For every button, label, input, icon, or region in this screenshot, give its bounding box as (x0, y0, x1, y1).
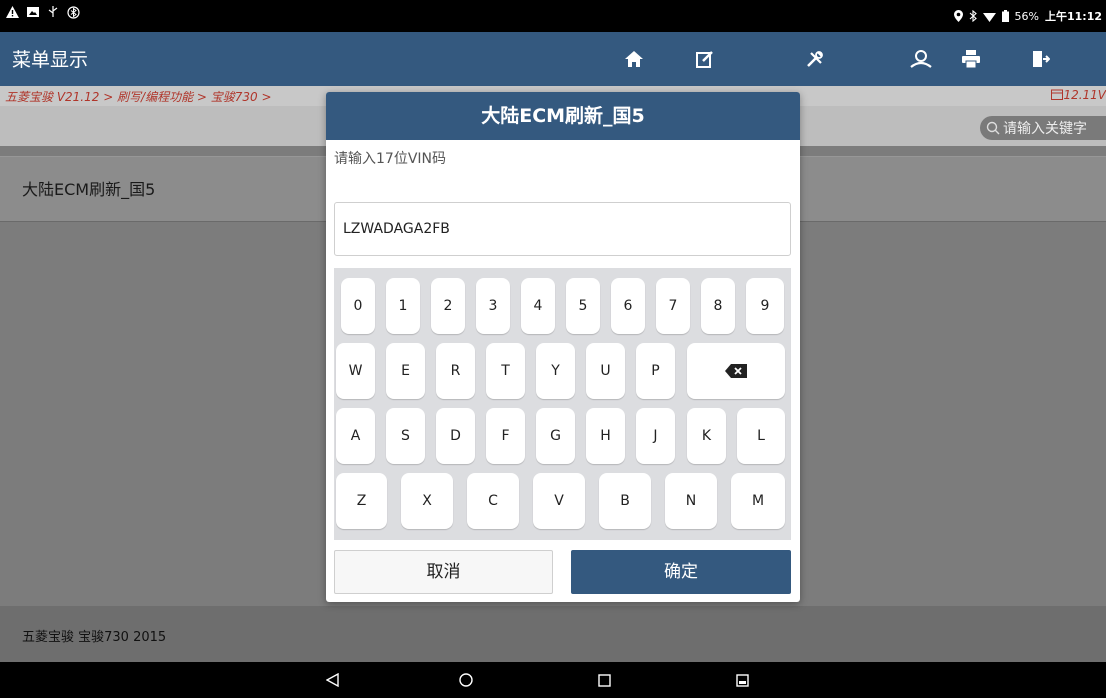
key-2[interactable]: 2 (431, 278, 465, 334)
battery-percent: 56% (1014, 9, 1039, 23)
key-8[interactable]: 8 (701, 278, 735, 334)
bluetooth-icon (969, 10, 977, 22)
key-4[interactable]: 4 (521, 278, 555, 334)
key-s[interactable]: S (386, 408, 425, 464)
key-p[interactable]: P (636, 343, 675, 399)
key-f[interactable]: F (486, 408, 525, 464)
key-e[interactable]: E (386, 343, 425, 399)
exit-button[interactable] (996, 32, 1086, 86)
list-item-label: 大陆ECM刷新_国5 (22, 180, 156, 199)
key-y[interactable]: Y (536, 343, 575, 399)
key-r[interactable]: R (436, 343, 475, 399)
search-input[interactable]: 请输入关键字 (980, 116, 1106, 140)
key-5[interactable]: 5 (566, 278, 600, 334)
edit-button[interactable] (660, 32, 750, 86)
nav-recents-button[interactable] (584, 662, 624, 698)
key-d[interactable]: D (436, 408, 475, 464)
key-n[interactable]: N (665, 473, 717, 529)
search-placeholder: 请输入关键字 (1003, 121, 1087, 137)
exit-icon (1033, 51, 1050, 67)
nav-home-button[interactable] (446, 662, 486, 698)
page-title: 菜单显示 (12, 49, 89, 71)
key-9[interactable]: 9 (746, 278, 784, 334)
home-circle-icon (459, 673, 473, 687)
home-icon (625, 51, 643, 67)
warning-icon (6, 6, 19, 18)
vehicle-info: 五菱宝骏 宝骏730 2015 (22, 630, 167, 645)
print-icon (962, 50, 980, 68)
backspace-key[interactable] (687, 343, 785, 399)
key-u[interactable]: U (586, 343, 625, 399)
key-0[interactable]: 0 (341, 278, 375, 334)
image-icon (27, 7, 39, 17)
backspace-icon (725, 364, 747, 378)
location-icon (953, 10, 963, 22)
key-6[interactable]: 6 (611, 278, 645, 334)
screenshot-icon (735, 673, 749, 687)
vehicle-info-bar: 五菱宝骏 宝骏730 2015 (0, 606, 1106, 662)
edit-icon (696, 51, 713, 68)
vin-dialog: 大陆ECM刷新_国5 请输入17位VIN码 LZWADAGA2FB 0 1 2 … (326, 92, 800, 602)
bluetooth-circle-icon (67, 6, 80, 19)
dialog-prompt: 请输入17位VIN码 (334, 151, 446, 167)
usb-icon (48, 6, 58, 17)
key-l[interactable]: L (737, 408, 785, 464)
dialog-buttons: 取消 确定 (334, 550, 791, 594)
key-m[interactable]: M (731, 473, 785, 529)
version-badge: 12.11V (1051, 88, 1106, 102)
ok-button[interactable]: 确定 (571, 550, 791, 594)
key-3[interactable]: 3 (476, 278, 510, 334)
recents-square-icon (597, 673, 611, 687)
breadcrumb: 五菱宝骏 V21.12 > 刷写/编程功能 > 宝骏730 > (5, 90, 272, 104)
battery-icon (1001, 10, 1009, 22)
clock: 上午11:12 (1044, 10, 1102, 23)
dialog-title: 大陆ECM刷新_国5 (326, 92, 800, 140)
vin-input[interactable]: LZWADAGA2FB (334, 202, 791, 256)
system-nav-bar (0, 662, 1106, 698)
key-b[interactable]: B (599, 473, 651, 529)
key-k[interactable]: K (687, 408, 726, 464)
search-icon (986, 121, 1000, 135)
app-header: 菜单显示 (0, 32, 1106, 86)
calendar-icon (1051, 89, 1064, 100)
nav-screenshot-button[interactable] (722, 662, 762, 698)
key-w[interactable]: W (336, 343, 375, 399)
key-g[interactable]: G (536, 408, 575, 464)
version-text: 12.11V (1063, 88, 1106, 102)
key-t[interactable]: T (486, 343, 525, 399)
key-v[interactable]: V (533, 473, 585, 529)
tools-button[interactable] (770, 32, 860, 86)
tools-icon (807, 51, 823, 67)
wifi-icon (982, 12, 996, 22)
vin-keyboard: 0 1 2 3 4 5 6 7 8 9 W E R T Y U P A S D … (334, 268, 791, 540)
key-7[interactable]: 7 (656, 278, 690, 334)
key-h[interactable]: H (586, 408, 625, 464)
key-z[interactable]: Z (336, 473, 387, 529)
cancel-button[interactable]: 取消 (334, 550, 553, 594)
key-j[interactable]: J (636, 408, 675, 464)
status-bar: 56% 上午11:12 (0, 0, 1106, 32)
key-x[interactable]: X (401, 473, 453, 529)
back-triangle-icon (325, 673, 339, 687)
key-1[interactable]: 1 (386, 278, 420, 334)
nav-back-button[interactable] (312, 662, 352, 698)
key-c[interactable]: C (467, 473, 519, 529)
key-a[interactable]: A (336, 408, 375, 464)
